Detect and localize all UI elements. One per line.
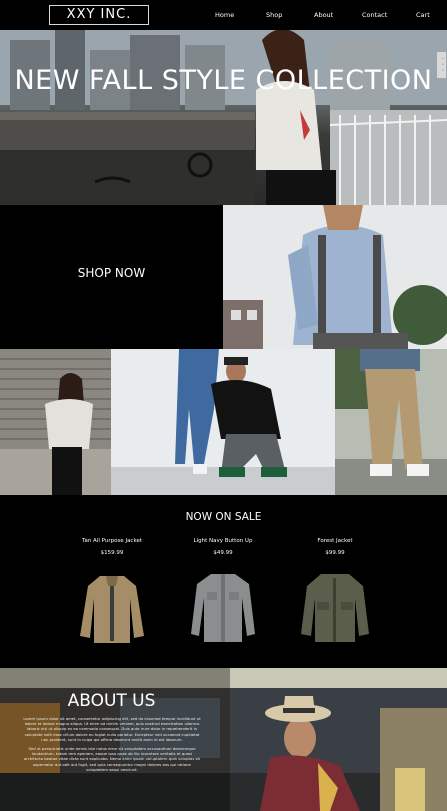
about-paragraph: Lorem ipsum dolor sit amet, consectetur …	[23, 716, 201, 742]
product-name[interactable]: Tan All Purpose Jacket	[52, 538, 172, 544]
top-nav: XXY INC. Home Shop About Contact Cart	[0, 0, 447, 30]
tan-jacket-image[interactable]	[72, 568, 152, 648]
nav-links: Home Shop About Contact Cart	[0, 11, 447, 21]
couple-photo	[111, 349, 335, 495]
nav-about-link[interactable]: About	[314, 11, 333, 19]
nav-shop-link[interactable]: Shop	[266, 11, 282, 19]
product-card[interactable]: Tan All Purpose Jacket $159.99	[52, 538, 172, 643]
about-text: Lorem ipsum dolor sit amet, consectetur …	[22, 716, 202, 776]
man-shirt-photo	[223, 205, 447, 349]
green-jacket-image[interactable]	[295, 568, 375, 648]
product-card[interactable]: Forest Jacket $99.99	[275, 538, 395, 642]
woman-sweater-photo	[0, 349, 111, 495]
side-tab[interactable]: ◦◦◦	[437, 52, 446, 78]
shop-now-panel: SHOP NOW	[0, 205, 223, 349]
sale-title: NOW ON SALE	[185, 511, 262, 523]
hero-title: NEW FALL STYLE COLLECTION	[14, 65, 433, 96]
shop-now-button[interactable]: SHOP NOW	[0, 266, 223, 280]
about-paragraph: Sed ut perspiciatis unde omnis iste natu…	[23, 746, 201, 772]
nav-cart-link[interactable]: Cart	[416, 11, 430, 19]
man-khakis-photo	[335, 349, 447, 495]
nav-home-link[interactable]: Home	[215, 11, 234, 19]
product-name[interactable]: Forest Jacket	[275, 538, 395, 544]
product-price: $49.99	[213, 550, 233, 556]
product-price: $159.99	[100, 550, 124, 556]
product-name[interactable]: Light Navy Button Up	[163, 538, 283, 544]
hero-banner: NEW FALL STYLE COLLECTION ◦◦◦	[0, 30, 447, 205]
about-section: ABOUT US Lorem ipsum dolor sit amet, con…	[0, 668, 447, 811]
product-price: $99.99	[325, 550, 345, 556]
product-card[interactable]: Light Navy Button Up $49.99	[163, 538, 283, 642]
hero-photo	[0, 30, 447, 205]
nav-contact-link[interactable]: Contact	[362, 11, 387, 19]
about-title: ABOUT US	[67, 691, 156, 711]
sale-section: NOW ON SALE Tan All Purpose Jacket $159.…	[0, 495, 447, 668]
gray-shirt-image[interactable]	[183, 568, 263, 648]
